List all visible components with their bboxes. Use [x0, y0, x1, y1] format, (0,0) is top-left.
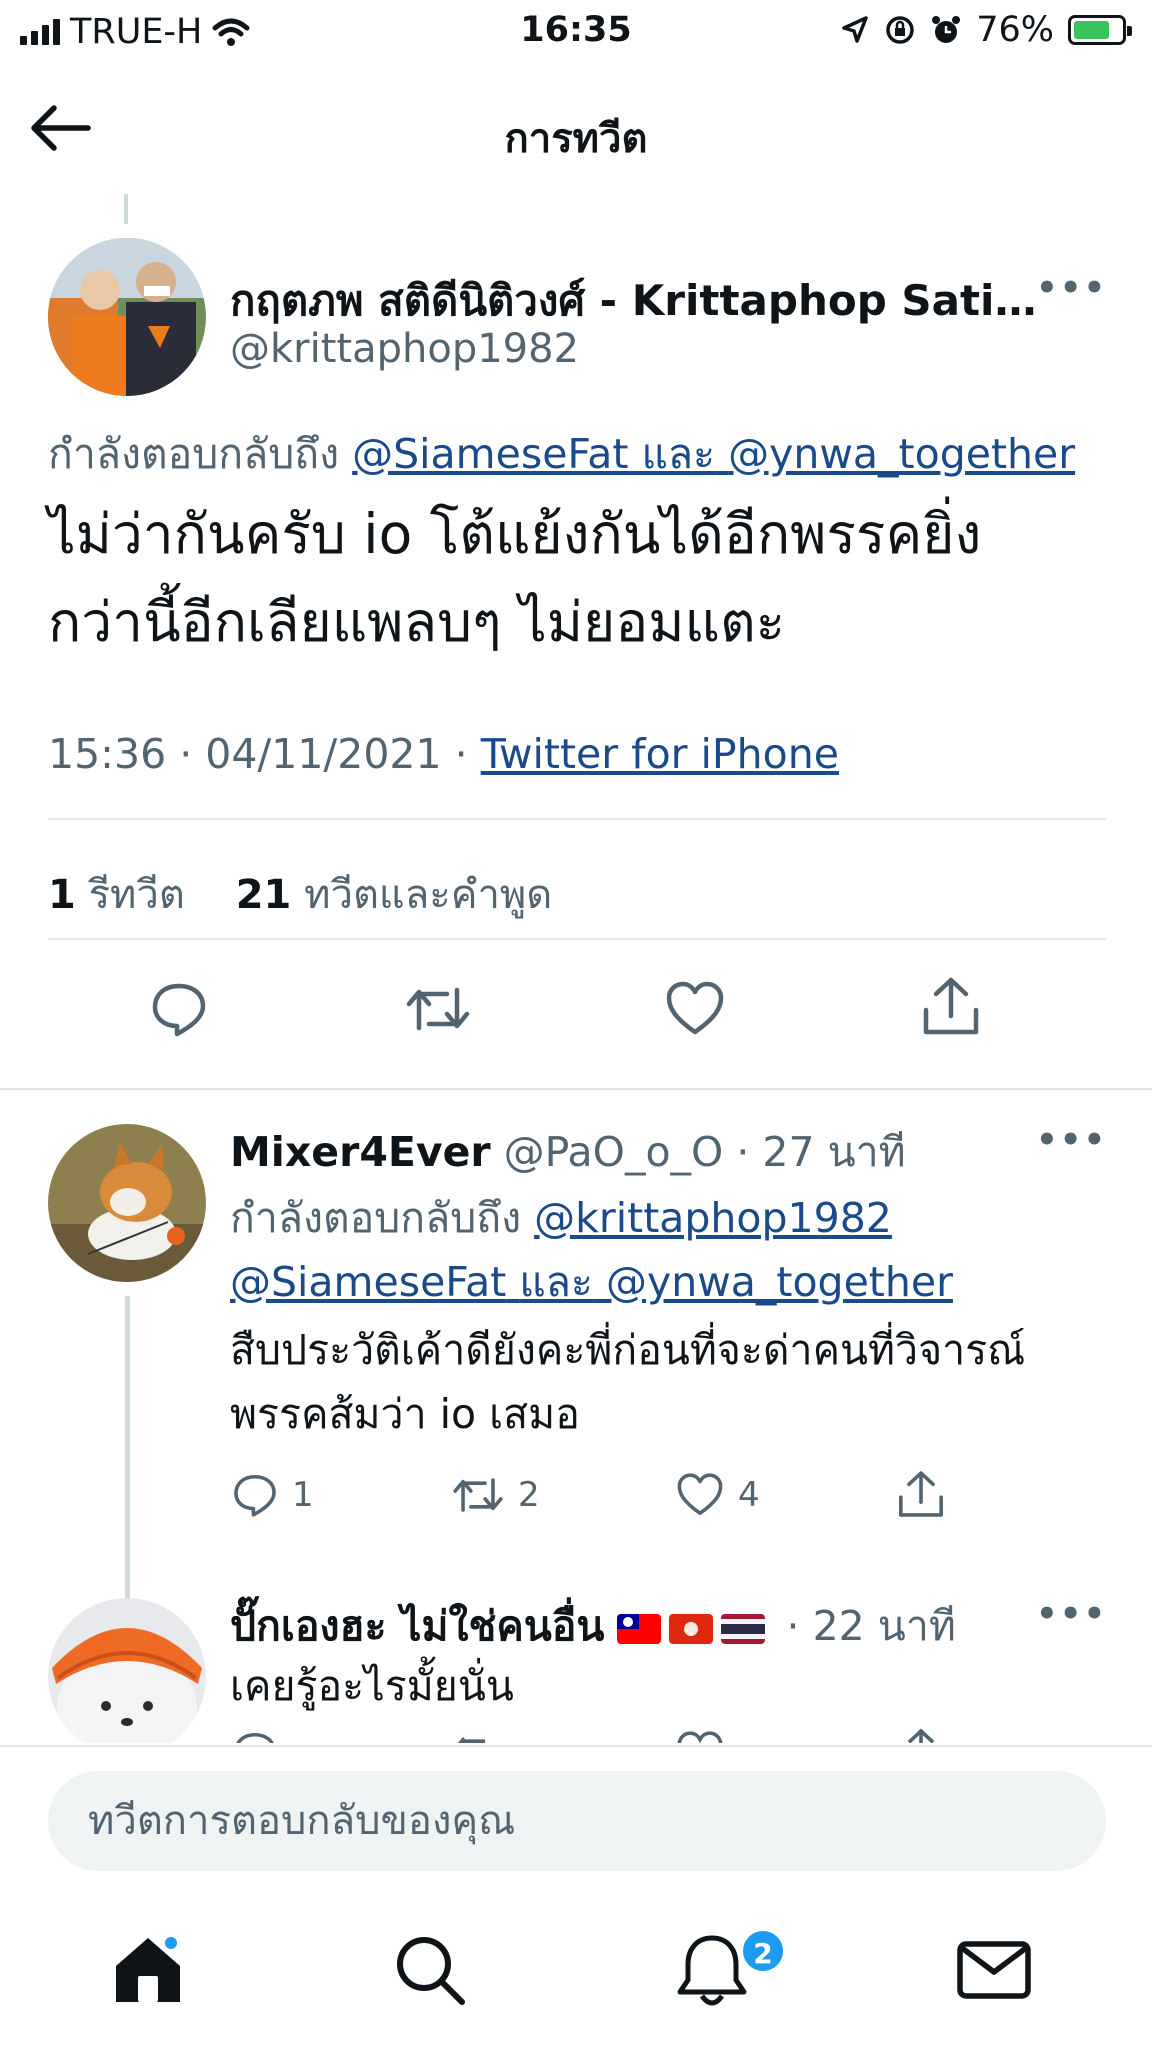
more-options-icon[interactable]: •••	[1036, 268, 1107, 308]
more-options-icon[interactable]: •••	[1036, 1120, 1107, 1160]
tweet-text-line: กว่านี้อีกเลียแพลบๆ ไม่ยอมแตะ	[48, 590, 786, 654]
tweet-source-link[interactable]: Twitter for iPhone	[481, 730, 839, 778]
share-icon[interactable]	[896, 1468, 946, 1520]
reply-author-name[interactable]: Mixer4Ever	[230, 1128, 491, 1176]
share-icon[interactable]	[920, 974, 982, 1038]
alarm-icon	[932, 16, 961, 43]
retweet-count: 2	[518, 1475, 540, 1515]
thread-connector	[124, 194, 128, 224]
more-options-icon[interactable]: •••	[1036, 1594, 1107, 1634]
thailand-flag-icon	[721, 1614, 766, 1644]
reply-input[interactable]	[48, 1771, 1106, 1871]
like-icon[interactable]	[676, 1730, 724, 1743]
quote-stat[interactable]: 21 ทวีตและคำพูด	[236, 872, 553, 918]
messages-mail-icon[interactable]	[954, 1930, 1034, 2010]
mention-link[interactable]: @SiameseFat และ @ynwa_together	[230, 1258, 953, 1306]
divider	[48, 818, 1106, 820]
tweet-date: 04/11/2021	[205, 730, 442, 778]
tweet-text-line: ไม่ว่ากันครับ io โต้แย้งกันได้อีกพรรคยิ่…	[48, 502, 982, 566]
location-icon	[842, 16, 868, 43]
notifications-bell-icon[interactable]	[672, 1930, 752, 2010]
retweet-icon[interactable]	[452, 1730, 504, 1743]
reply-text-line: สืบประวัติเค้าดียังคะพี่ก่อนที่จะด่าคนที…	[230, 1326, 1026, 1374]
battery-charging-icon	[1068, 15, 1132, 45]
reply-text: เคยรู้อะไรมั้ยนั่น	[230, 1662, 514, 1710]
reply-header: Mixer4Ever @PaO_o_O · 27 นาที	[230, 1128, 906, 1176]
replying-to-continued: @SiameseFat และ @ynwa_together	[230, 1250, 953, 1315]
battery-level-fill	[1074, 21, 1109, 39]
reply-timestamp: 27 นาที	[762, 1128, 906, 1176]
replying-to: กำลังตอบกลับถึง @krittaphop1982	[230, 1186, 892, 1251]
reply-header: ปั๊กเองฮะ ไม่ใช่คนอื่น · 22 นาที	[230, 1602, 956, 1650]
hong-kong-flag-icon	[669, 1614, 714, 1644]
page-title: การทวีต	[504, 116, 648, 162]
section-divider	[0, 1088, 1152, 1090]
share-icon[interactable]	[896, 1726, 946, 1743]
tweet-stats: 1 รีทวีต 21 ทวีตและคำพูด	[48, 862, 552, 926]
reply-icon[interactable]	[150, 980, 208, 1038]
reply-tweet[interactable]: ปั๊กเองฮะ ไม่ใช่คนอื่น · 22 นาที ••• เคย…	[0, 1560, 1152, 1743]
retweet-icon[interactable]	[405, 980, 471, 1038]
bottom-tab-bar: 2	[0, 1890, 1152, 2048]
like-action[interactable]: 4	[676, 1472, 760, 1518]
tweet-meta: 15:36 · 04/11/2021 · Twitter for iPhone	[48, 730, 839, 778]
replying-to-label: กำลังตอบกลับถึง	[230, 1194, 522, 1242]
reply-composer	[0, 1745, 1152, 1875]
battery-percent: 76%	[976, 10, 1054, 50]
replying-to-label: กำลังตอบกลับถึง	[48, 430, 340, 478]
author-handle[interactable]: @krittaphop1982	[230, 326, 579, 372]
author-avatar[interactable]	[48, 238, 206, 396]
top-navigation-bar: การทวีต	[0, 88, 1152, 168]
tweet-time: 15:36	[48, 730, 167, 778]
mention-link[interactable]: @krittaphop1982	[534, 1194, 892, 1242]
reply-avatar[interactable]	[48, 1124, 206, 1282]
orientation-lock-icon	[886, 16, 914, 44]
tweet-text: ไม่ว่ากันครับ io โต้แย้งกันได้อีกพรรคยิ่…	[48, 490, 1108, 666]
search-icon[interactable]	[390, 1930, 470, 2010]
mention-link[interactable]: @SiameseFat และ @ynwa_together	[352, 430, 1075, 478]
reply-author-name[interactable]: ปั๊กเองฮะ ไม่ใช่คนอื่น	[230, 1602, 604, 1650]
reply-count: 1	[292, 1475, 314, 1515]
reply-text-line: พรรคส้มว่า io เสมอ	[230, 1390, 580, 1438]
reply-icon[interactable]	[232, 1472, 278, 1518]
retweet-stat[interactable]: 1 รีทวีต	[48, 872, 185, 918]
divider	[48, 938, 1106, 940]
reply-action[interactable]: 1	[232, 1472, 314, 1518]
reply-author-handle[interactable]: @PaO_o_O	[504, 1128, 724, 1176]
notifications-badge: 2	[740, 1928, 786, 1974]
reply-icon[interactable]	[232, 1730, 278, 1743]
replying-to: กำลังตอบกลับถึง @SiameseFat และ @ynwa_to…	[48, 422, 1075, 487]
retweet-icon[interactable]	[452, 1472, 504, 1518]
status-bar: TRUE-H 16:35 76%	[0, 0, 1152, 64]
like-count: 4	[738, 1475, 760, 1515]
reply-text: สืบประวัติเค้าดียังคะพี่ก่อนที่จะด่าคนที…	[230, 1318, 1110, 1446]
like-icon[interactable]	[676, 1472, 724, 1518]
reply-timestamp: 22 นาที	[812, 1602, 956, 1650]
status-right: 76%	[840, 10, 1132, 50]
like-icon[interactable]	[665, 980, 725, 1038]
retweet-action[interactable]: 2	[452, 1472, 540, 1518]
reply-avatar[interactable]	[48, 1598, 206, 1743]
home-new-indicator	[162, 1934, 180, 1952]
taiwan-flag-icon	[617, 1614, 662, 1644]
author-name[interactable]: กฤตภพ สติดีนิติวงศ์ - Krittaphop Sati...	[230, 268, 1040, 334]
